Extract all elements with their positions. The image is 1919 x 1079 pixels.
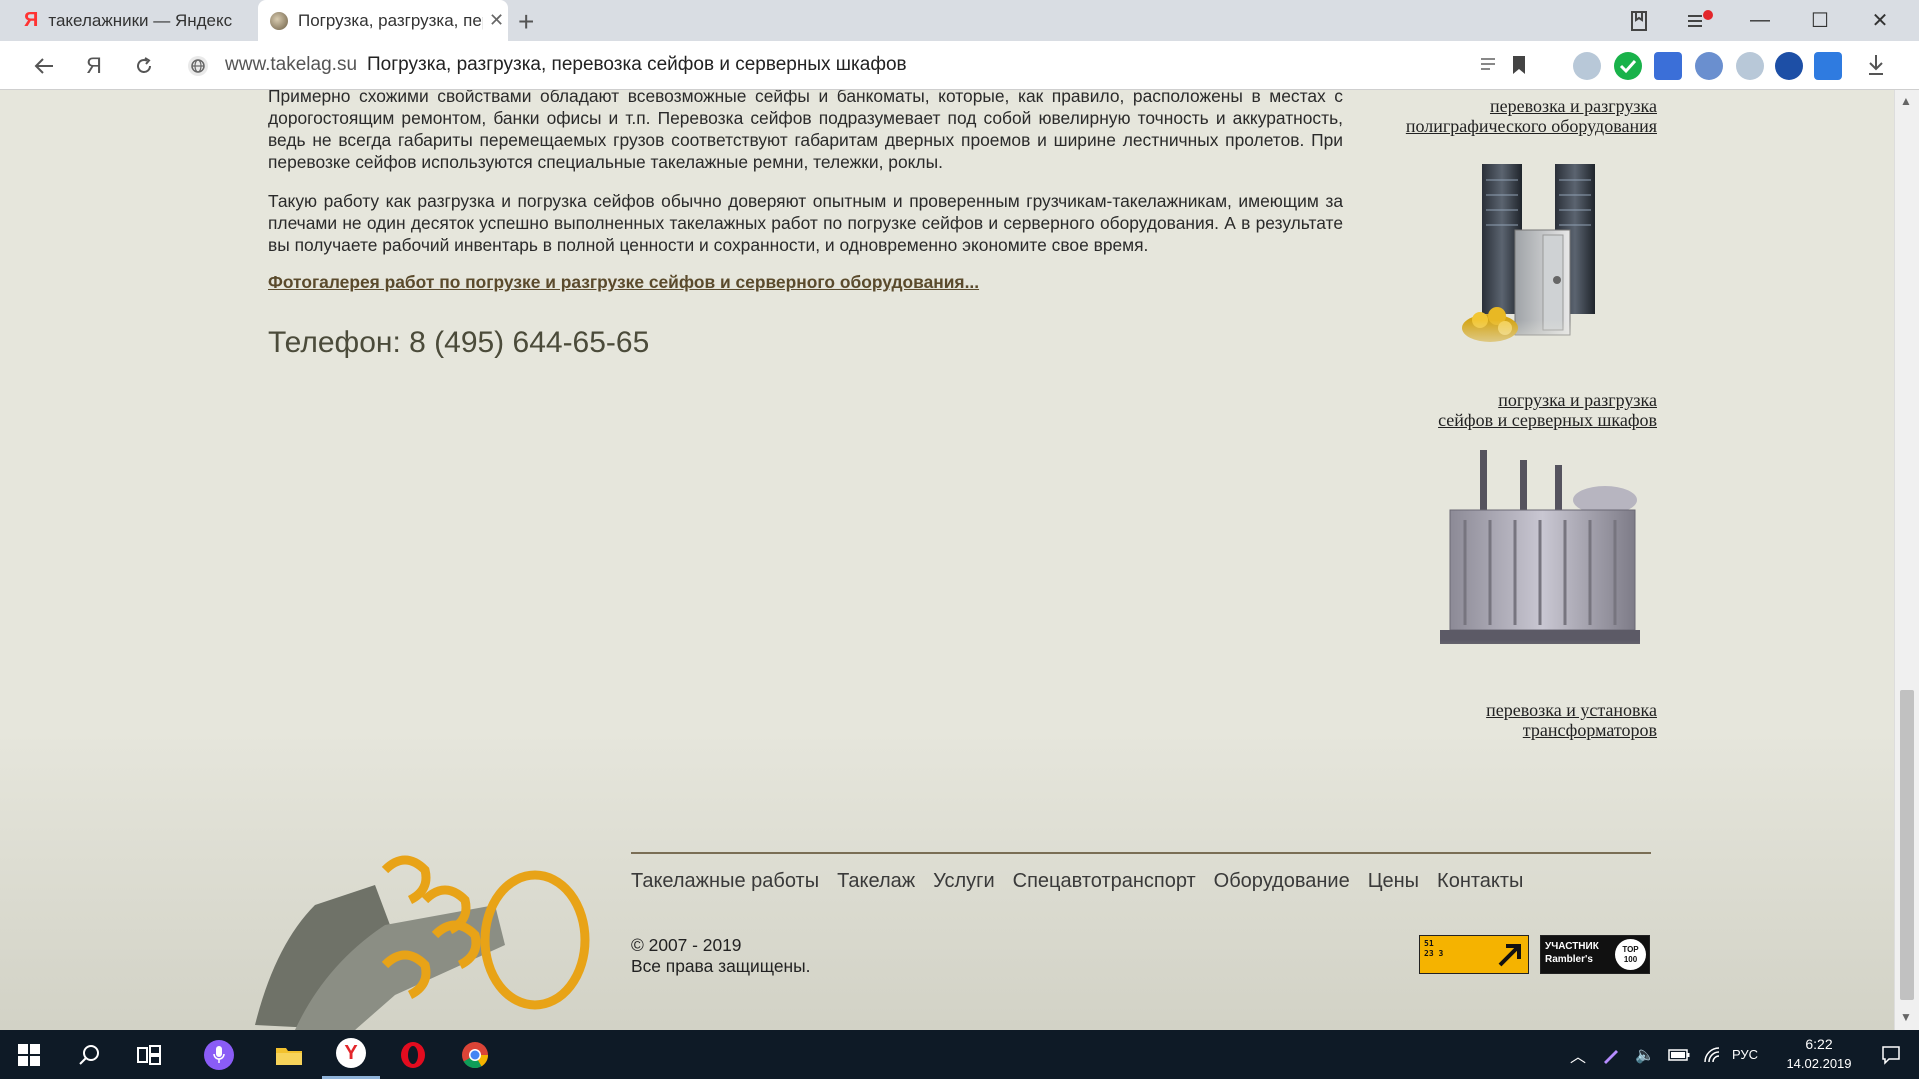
arrow-up-right-icon — [1498, 944, 1521, 967]
page-scrollbar[interactable]: ▲ ▼ — [1894, 90, 1919, 1030]
clock-date: 14.02.2019 — [1786, 1056, 1852, 1071]
scroll-up-arrow-icon[interactable]: ▲ — [1900, 94, 1912, 108]
task-view-icon[interactable] — [120, 1030, 178, 1079]
web-page: Примерно схожими свойствами обладают все… — [0, 90, 1894, 1030]
network-wifi-icon[interactable] — [1696, 1030, 1730, 1079]
reader-mode-icon[interactable] — [1478, 54, 1498, 79]
yandex-logo-icon: Я — [24, 9, 39, 31]
extension-checkmark-icon[interactable] — [1614, 52, 1642, 80]
maximize-window-button[interactable]: ☐ — [1790, 0, 1850, 41]
clock-time: 6:22 — [1805, 1036, 1833, 1052]
counter-label: 51 23 3 — [1424, 939, 1444, 958]
show-hidden-icons-chevron-icon[interactable]: ︿ — [1560, 1030, 1596, 1079]
voice-assistant-icon[interactable] — [190, 1030, 248, 1079]
browser-tab-bar: Я такелажники — Яндекс: на Погрузка, раз… — [0, 0, 1919, 41]
footer-link-rigging[interactable]: Такелаж — [837, 870, 915, 893]
downloads-icon[interactable] — [1866, 53, 1886, 82]
sidebar-link-line: полиграфического оборудования — [1405, 116, 1657, 136]
search-icon[interactable] — [60, 1030, 118, 1079]
visit-counter-badge[interactable]: 51 23 3 — [1419, 935, 1529, 974]
sidebar-link-line: трансформаторов — [1522, 720, 1657, 740]
footer-link-contacts[interactable]: Контакты — [1437, 870, 1523, 893]
url-page-title[interactable]: Погрузка, разгрузка, перевозка сейфов и … — [367, 54, 907, 76]
file-explorer-icon[interactable] — [260, 1030, 318, 1079]
yandex-browser-taskbar-icon[interactable]: Y — [322, 1030, 380, 1079]
photo-gallery-link[interactable]: Фотогалерея работ по погрузке и разгрузк… — [268, 272, 979, 293]
paragraph-safes-loading: Такую работу как разгрузка и погрузка се… — [268, 191, 1343, 255]
windows-logo-icon — [18, 1043, 40, 1066]
copyright-rights: Все права защищены. — [631, 956, 811, 976]
copyright-years: © 2007 - 2019 — [631, 935, 742, 955]
footer-divider — [631, 852, 1651, 854]
tab-label: такелажники — Яндекс: на — [48, 10, 234, 30]
sidebar-link-printing-equipment[interactable]: перевозка и разгрузка полиграфического о… — [1406, 96, 1657, 136]
yandex-home-button[interactable]: Я — [74, 41, 114, 90]
pen-tray-icon[interactable] — [1594, 1030, 1628, 1079]
address-bar: Я www.takelag.su Погрузка, разгрузка, пе… — [0, 41, 1919, 90]
rambler-top100-badge[interactable]: УЧАСТНИК Rambler's TOP 100 — [1540, 935, 1650, 974]
extension-translator-icon[interactable] — [1814, 52, 1842, 80]
tab-takelag-active[interactable]: Погрузка, разгрузка, пер ✕ — [258, 0, 508, 41]
phone-number: Телефон: 8 (495) 644-65-65 — [268, 326, 650, 359]
footer-link-rigging-works[interactable]: Такелажные работы — [631, 870, 819, 893]
bookmarks-panel-icon[interactable] — [1610, 0, 1670, 41]
extension-translate-google-icon[interactable] — [1654, 52, 1682, 80]
sidebar-link-safes-servers[interactable]: погрузка и разгрузка сейфов и серверных … — [1438, 390, 1657, 430]
extension-cloud-icon[interactable] — [1695, 52, 1723, 80]
volume-icon[interactable]: 🔈 — [1628, 1030, 1662, 1079]
url-domain[interactable]: www.takelag.su — [225, 54, 357, 76]
extension-globe-icon[interactable] — [1775, 52, 1803, 80]
action-center-icon[interactable] — [1862, 1030, 1919, 1079]
paragraph-safes-properties: Примерно схожими свойствами обладают все… — [268, 90, 1343, 172]
close-window-button[interactable]: ✕ — [1850, 0, 1910, 41]
scroll-down-arrow-icon[interactable]: ▼ — [1900, 1010, 1912, 1024]
opera-browser-icon[interactable] — [384, 1030, 442, 1079]
close-tab-icon[interactable]: ✕ — [489, 10, 504, 31]
transformer-image[interactable] — [1420, 445, 1650, 710]
sidebar-link-transformers[interactable]: перевозка и установка трансформаторов — [1486, 700, 1657, 740]
tab-yandex-search[interactable]: Я такелажники — Яндекс: на — [12, 0, 252, 41]
windows-taskbar: Y ︿ 🔈 РУС 6:22 14.02.2019 — [0, 1030, 1919, 1079]
sidebar-link-line: перевозка и установка — [1486, 700, 1657, 720]
footer-link-special-transport[interactable]: Спецавтотранспорт — [1013, 870, 1196, 893]
footer-link-services[interactable]: Услуги — [933, 870, 995, 893]
new-tab-button[interactable]: + — [518, 6, 534, 38]
footer-link-prices[interactable]: Цены — [1368, 870, 1419, 893]
chrome-browser-icon[interactable] — [446, 1030, 504, 1079]
taskbar-clock[interactable]: 6:22 14.02.2019 — [1775, 1036, 1863, 1071]
menu-icon[interactable] — [1670, 0, 1730, 41]
bookmark-icon[interactable] — [1510, 54, 1528, 81]
copyright: © 2007 - 2019 Все права защищены. — [631, 935, 811, 977]
site-info-icon[interactable] — [178, 41, 218, 90]
extension-magnifier-icon[interactable] — [1736, 52, 1764, 80]
tab-label: Погрузка, разгрузка, пер — [298, 10, 483, 30]
reload-button[interactable] — [124, 41, 164, 90]
start-button[interactable] — [0, 1030, 58, 1079]
sidebar-link-line: сейфов и серверных шкафов — [1438, 410, 1657, 430]
site-favicon-icon — [270, 11, 288, 30]
sidebar-link-line: перевозка и разгрузка — [1489, 96, 1657, 116]
battery-icon[interactable] — [1662, 1030, 1696, 1079]
top100-circle: TOP 100 — [1615, 939, 1646, 970]
scrollbar-thumb[interactable] — [1900, 690, 1914, 1000]
sidebar-link-line: погрузка и разгрузка — [1498, 390, 1657, 410]
extension-search-icon[interactable] — [1573, 52, 1601, 80]
rigging-straps-image — [235, 845, 605, 1030]
minimize-window-button[interactable]: — — [1730, 0, 1790, 41]
keyboard-language[interactable]: РУС — [1732, 1047, 1758, 1062]
rambler-label: УЧАСТНИК Rambler's — [1545, 941, 1599, 965]
servers-and-safe-image[interactable] — [1455, 160, 1635, 365]
footer-navigation: Такелажные работы Такелаж Услуги Спецавт… — [631, 870, 1523, 893]
footer-link-equipment[interactable]: Оборудование — [1214, 870, 1350, 893]
back-button[interactable] — [24, 41, 64, 90]
